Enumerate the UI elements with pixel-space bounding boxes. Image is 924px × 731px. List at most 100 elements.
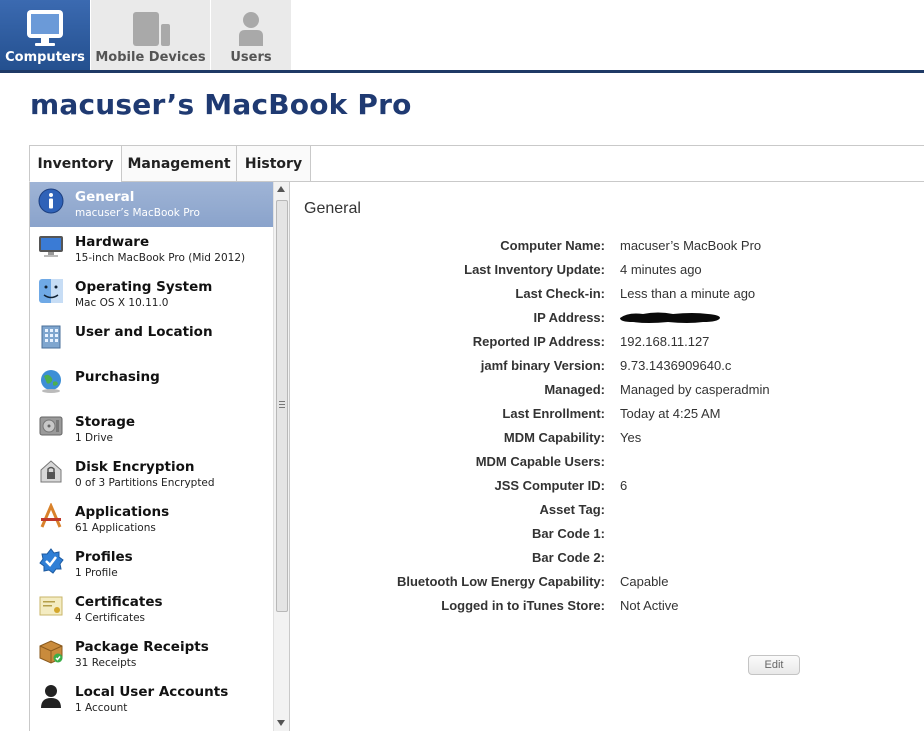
- sidebar-item-operating-system[interactable]: Operating System Mac OS X 10.11.0: [30, 272, 273, 317]
- grip-icon: [279, 401, 285, 402]
- sidebar-item-storage[interactable]: Storage 1 Drive: [30, 407, 273, 452]
- detail-label: Last Check-in:: [515, 286, 605, 301]
- top-navigation: Computers Mobile Devices Users: [0, 0, 924, 73]
- sidebar-item-user-and-location[interactable]: User and Location: [30, 317, 273, 362]
- detail-row: Last Enrollment: Today at 4:25 AM: [300, 406, 900, 426]
- detail-row: MDM Capability: Yes: [300, 430, 900, 450]
- sidebar-item-subtitle: Mac OS X 10.11.0: [75, 297, 169, 309]
- sidebar-scrollbar[interactable]: [273, 182, 289, 731]
- detail-row: jamf binary Version: 9.73.1436909640.c: [300, 358, 900, 378]
- info-icon: [38, 188, 64, 214]
- detail-value: Today at 4:25 AM: [620, 406, 721, 421]
- scrollbar-thumb[interactable]: [276, 200, 288, 612]
- sidebar-item-title: Applications: [75, 504, 170, 520]
- sidebar-item-subtitle: 1 Drive: [75, 432, 114, 444]
- sidebar-item-hardware[interactable]: Hardware 15-inch MacBook Pro (Mid 2012): [30, 227, 273, 272]
- nav-tab-users[interactable]: Users: [211, 0, 291, 70]
- detail-row: Asset Tag:: [300, 502, 900, 522]
- detail-label: Computer Name:: [500, 238, 605, 253]
- inventory-sidebar: General macuser’s MacBook Pro Hardware 1…: [29, 182, 290, 731]
- detail-row: Bar Code 1:: [300, 526, 900, 546]
- nav-tab-label: Users: [230, 50, 272, 65]
- sidebar-item-applications[interactable]: Applications 61 Applications: [30, 497, 273, 542]
- detail-value: Yes: [620, 430, 642, 445]
- sidebar-item-purchasing[interactable]: Purchasing: [30, 362, 273, 407]
- detail-row: JSS Computer ID: 6: [300, 478, 900, 498]
- sidebar-item-title: Certificates: [75, 594, 163, 610]
- detail-label: Bluetooth Low Energy Capability:: [396, 574, 605, 589]
- detail-label: JSS Computer ID:: [494, 478, 605, 493]
- inventory-tabs: Inventory Management History: [29, 145, 924, 182]
- detail-value: 9.73.1436909640.c: [620, 358, 732, 373]
- detail-label: jamf binary Version:: [480, 358, 605, 373]
- detail-label: Managed:: [544, 382, 605, 397]
- detail-value: 192.168.11.127: [620, 334, 710, 349]
- sidebar-item-subtitle: 0 of 3 Partitions Encrypted: [75, 477, 215, 489]
- sidebar-item-subtitle: 1 Account: [75, 702, 128, 714]
- detail-row: Computer Name: macuser’s MacBook Pro: [300, 238, 900, 258]
- page-title: macuser’s MacBook Pro: [30, 88, 412, 121]
- lock-house-icon: [40, 460, 62, 483]
- building-icon: [41, 325, 61, 349]
- sidebar-item-subtitle: 61 Applications: [75, 522, 156, 534]
- sidebar-item-title: Purchasing: [75, 369, 160, 385]
- sidebar-item-certificates[interactable]: Certificates 4 Certificates: [30, 587, 273, 632]
- sidebar-item-title: Hardware: [75, 234, 150, 250]
- sidebar-item-title: General: [75, 189, 135, 205]
- detail-label: Last Inventory Update:: [464, 262, 605, 277]
- sidebar-item-title: Operating System: [75, 279, 213, 295]
- scroll-down-arrow-icon[interactable]: [277, 720, 285, 726]
- sidebar-item-subtitle: macuser’s MacBook Pro: [75, 207, 200, 219]
- tab-inventory[interactable]: Inventory: [29, 145, 122, 182]
- sidebar-item-local-user-accounts[interactable]: Local User Accounts 1 Account: [30, 677, 273, 722]
- finder-icon: [39, 279, 63, 303]
- sidebar-item-title: Storage: [75, 414, 136, 430]
- sidebar-item-subtitle: 1 Profile: [75, 567, 118, 579]
- detail-label: Bar Code 2:: [532, 550, 605, 565]
- applications-icon: [40, 503, 62, 528]
- nav-divider: [0, 70, 924, 73]
- detail-row: Reported IP Address: 192.168.11.127: [300, 334, 900, 354]
- detail-row: Logged in to iTunes Store: Not Active: [300, 598, 900, 618]
- sidebar-item-subtitle: 31 Receipts: [75, 657, 137, 669]
- detail-label: MDM Capable Users:: [475, 454, 605, 469]
- detail-label: MDM Capability:: [503, 430, 605, 445]
- redaction-mark: [620, 312, 720, 323]
- detail-value: Less than a minute ago: [620, 286, 756, 301]
- nav-tab-label: Mobile Devices: [95, 50, 206, 65]
- edit-button[interactable]: Edit: [748, 655, 800, 675]
- globe-icon: [41, 370, 61, 393]
- detail-label: Asset Tag:: [539, 502, 606, 517]
- detail-value: Capable: [620, 574, 669, 589]
- detail-label: IP Address:: [533, 310, 605, 325]
- detail-row: MDM Capable Users:: [300, 454, 900, 474]
- sidebar-item-title: Package Receipts: [75, 639, 209, 655]
- detail-label: Bar Code 1:: [532, 526, 605, 541]
- detail-value: 6: [620, 478, 628, 493]
- sidebar-item-profiles[interactable]: Profiles 1 Profile: [30, 542, 273, 587]
- nav-tab-mobile-devices[interactable]: Mobile Devices: [91, 0, 210, 70]
- package-icon: [39, 640, 63, 664]
- detail-row: Bluetooth Low Energy Capability: Capable: [300, 574, 900, 594]
- section-title: General: [304, 200, 361, 217]
- user-silhouette-icon: [41, 685, 61, 708]
- sidebar-item-package-receipts[interactable]: Package Receipts 31 Receipts: [30, 632, 273, 677]
- detail-value: Managed by casperadmin: [620, 382, 770, 397]
- detail-label: Last Enrollment:: [502, 406, 605, 421]
- profile-badge-icon: [39, 548, 64, 574]
- sidebar-item-subtitle: 4 Certificates: [75, 612, 146, 624]
- nav-tab-computers[interactable]: Computers: [0, 0, 90, 70]
- detail-row: Last Inventory Update: 4 minutes ago: [300, 262, 900, 282]
- tab-management[interactable]: Management: [121, 145, 237, 182]
- user-icon: [239, 12, 263, 46]
- sidebar-item-disk-encryption[interactable]: Disk Encryption 0 of 3 Partitions Encryp…: [30, 452, 273, 497]
- detail-row: Last Check-in: Less than a minute ago: [300, 286, 900, 306]
- detail-label: Logged in to iTunes Store:: [441, 598, 605, 613]
- mobile-devices-icon: [132, 12, 170, 46]
- scroll-up-arrow-icon[interactable]: [277, 186, 285, 192]
- sidebar-item-general[interactable]: General macuser’s MacBook Pro: [30, 182, 273, 227]
- certificate-icon: [39, 596, 63, 616]
- detail-row: Managed: Managed by casperadmin: [300, 382, 900, 402]
- nav-tab-label: Computers: [5, 50, 85, 65]
- tab-history[interactable]: History: [236, 145, 311, 182]
